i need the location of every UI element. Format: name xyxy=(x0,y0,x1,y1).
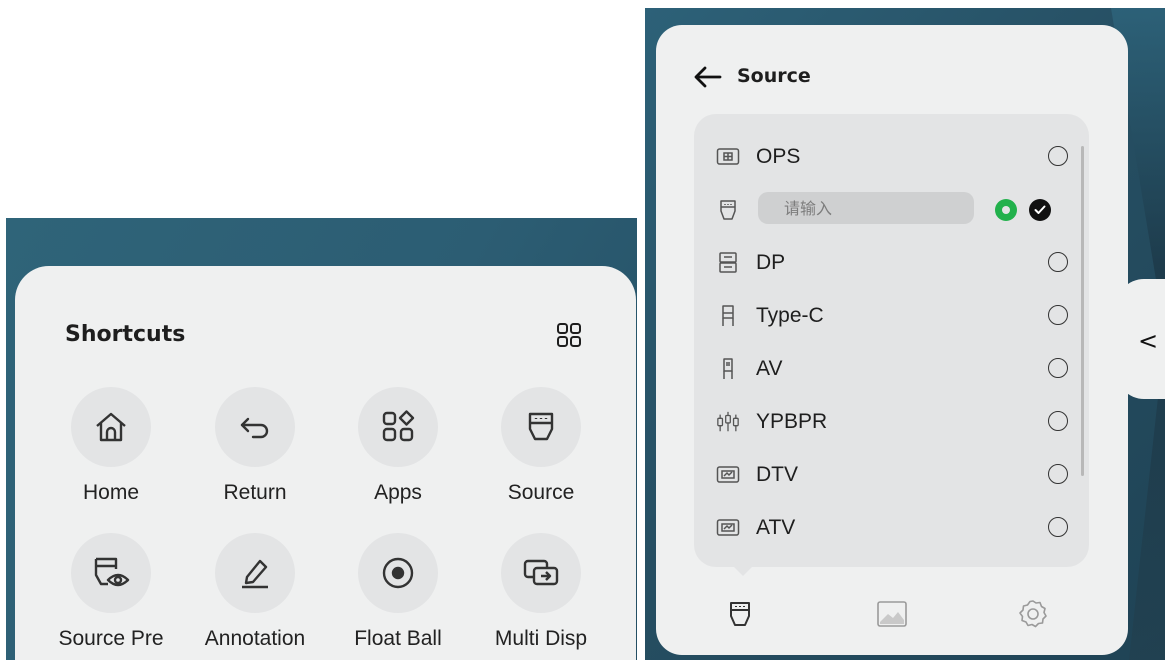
apps-icon xyxy=(358,387,438,467)
shortcut-apps[interactable]: Apps xyxy=(328,387,468,505)
radio-button[interactable] xyxy=(1048,358,1068,378)
shortcut-source[interactable]: Source xyxy=(471,387,611,505)
dtv-icon xyxy=(716,463,740,487)
selected-check-icon[interactable] xyxy=(1029,199,1051,221)
source-item-label: ATV xyxy=(756,516,796,539)
shortcut-label: Float Ball xyxy=(354,627,442,650)
source-list[interactable]: OPS DP Type-C xyxy=(694,114,1089,567)
source-item-label: YPBPR xyxy=(756,410,828,433)
back-arrow-icon[interactable] xyxy=(692,63,726,93)
radio-button[interactable] xyxy=(1048,252,1068,272)
confirm-name-button[interactable] xyxy=(995,199,1017,221)
source-tab-icon[interactable] xyxy=(722,596,758,632)
collapse-handle[interactable]: < xyxy=(1116,279,1165,399)
source-item-av[interactable]: AV xyxy=(716,349,1068,389)
shortcut-float-ball[interactable]: Float Ball xyxy=(328,533,468,651)
shortcut-label: Home xyxy=(82,481,140,504)
shortcut-multi-display[interactable]: Multi Disp xyxy=(471,533,611,651)
radio-button[interactable] xyxy=(1048,464,1068,484)
shortcut-label: Multi Disp xyxy=(494,627,588,650)
ypbpr-icon xyxy=(716,410,740,434)
source-name-input[interactable] xyxy=(758,192,974,224)
shortcut-label: Annotation xyxy=(204,627,306,650)
scrollbar[interactable] xyxy=(1081,146,1084,476)
atv-icon xyxy=(716,516,740,540)
shortcut-annotation[interactable]: Annotation xyxy=(185,533,325,651)
radio-button[interactable] xyxy=(1048,411,1068,431)
grid-view-icon[interactable] xyxy=(553,320,585,350)
shortcut-source-preview[interactable]: Source Pre xyxy=(41,533,181,651)
home-icon xyxy=(71,387,151,467)
type-c-icon xyxy=(716,304,740,328)
av-icon xyxy=(716,357,740,381)
radio-button[interactable] xyxy=(1048,517,1068,537)
source-item-ypbpr[interactable]: YPBPR xyxy=(716,402,1068,442)
source-item-dp[interactable]: DP xyxy=(716,243,1068,283)
source-item-label: DTV xyxy=(756,463,798,486)
active-tab-pointer xyxy=(733,566,753,576)
source-item-label: AV xyxy=(756,357,783,380)
source-title: Source xyxy=(737,65,811,87)
shortcut-return[interactable]: Return xyxy=(185,387,325,505)
shortcut-label: Apps xyxy=(374,481,422,504)
source-item-label: Type-C xyxy=(756,304,824,327)
shortcuts-title: Shortcuts xyxy=(65,322,186,347)
source-preview-icon xyxy=(71,533,151,613)
ops-icon xyxy=(716,145,740,169)
hdmi-icon xyxy=(716,198,740,222)
chevron-left-icon: < xyxy=(1138,327,1159,355)
source-item-type-c[interactable]: Type-C xyxy=(716,296,1068,336)
radio-button[interactable] xyxy=(1048,146,1068,166)
radio-button[interactable] xyxy=(1048,305,1068,325)
source-item-dtv[interactable]: DTV xyxy=(716,455,1068,495)
shortcut-label: Return xyxy=(223,481,287,504)
source-item-ops[interactable]: OPS xyxy=(716,137,1068,177)
image-tab-icon[interactable] xyxy=(874,596,910,632)
shortcut-label: Source Pre xyxy=(58,627,164,650)
source-item-label: OPS xyxy=(756,145,801,168)
source-item-atv[interactable]: ATV xyxy=(716,508,1068,548)
multi-display-icon xyxy=(501,533,581,613)
source-icon xyxy=(501,387,581,467)
shortcut-home[interactable]: Home xyxy=(41,387,181,505)
annotation-icon xyxy=(215,533,295,613)
float-ball-icon xyxy=(358,533,438,613)
dp-icon xyxy=(716,251,740,275)
settings-tab-icon[interactable] xyxy=(1015,596,1051,632)
return-icon xyxy=(215,387,295,467)
shortcut-label: Source xyxy=(507,481,575,504)
source-item-label: DP xyxy=(756,251,786,274)
